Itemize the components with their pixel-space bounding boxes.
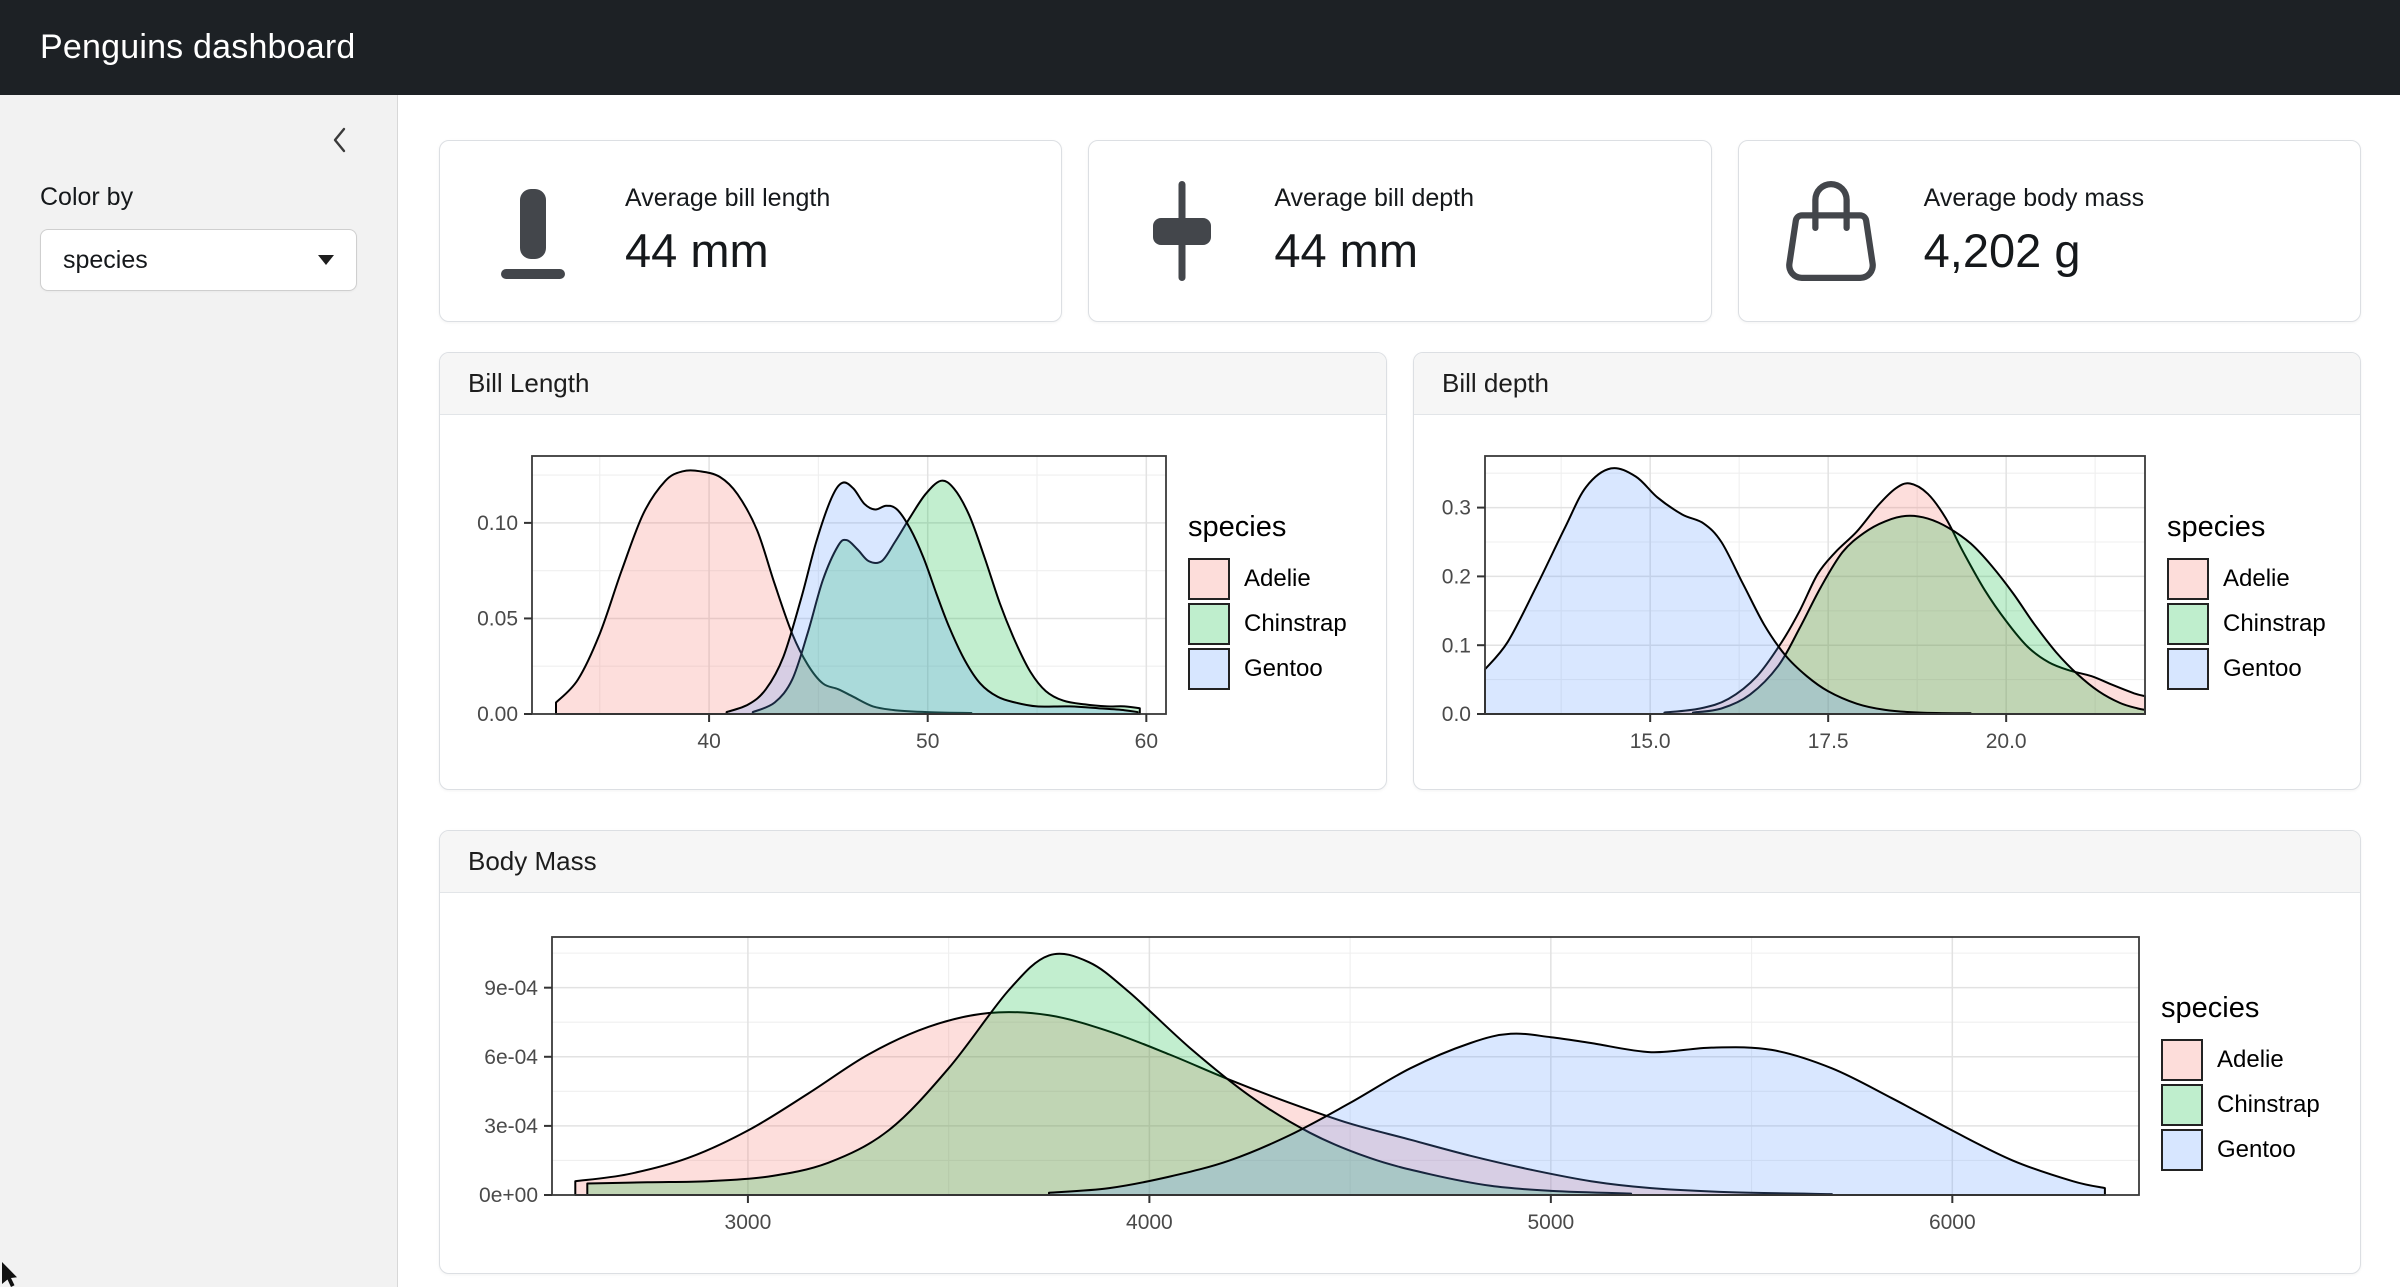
legend-label: Adelie [2223, 565, 2290, 593]
y-tick-label: 0.3 [1442, 497, 1471, 520]
value-box-value: 44 mm [625, 223, 830, 278]
y-tick-label: 0.00 [477, 703, 518, 726]
legend-title: species [2161, 992, 2341, 1025]
card-header: Bill Length [440, 353, 1386, 415]
y-tick-label: 0e+00 [479, 1184, 538, 1207]
handbag-icon [1781, 181, 1881, 281]
value-box-title: Average bill depth [1274, 184, 1474, 213]
value-box-body-mass: Average body mass 4,202 g [1738, 140, 2361, 322]
x-tick-label: 6000 [1929, 1211, 1976, 1234]
legend-label: Adelie [1244, 565, 1311, 593]
y-tick-label: 9e-04 [484, 977, 538, 1000]
color-by-select[interactable]: species [40, 229, 357, 291]
legend-swatch [2167, 603, 2209, 645]
value-box-title: Average bill length [625, 184, 830, 213]
main-content: Average bill length 44 mm Average bill d… [398, 95, 2400, 1287]
legend-swatch [2161, 1039, 2203, 1081]
legend-item-adelie: Adelie [2161, 1039, 2341, 1081]
x-tick-label: 4000 [1126, 1211, 1173, 1234]
card-header: Body Mass [440, 831, 2360, 893]
y-tick-label: 6e-04 [484, 1046, 538, 1069]
legend-item-chinstrap: Chinstrap [1188, 603, 1368, 645]
legend-item-gentoo: Gentoo [1188, 648, 1368, 690]
color-by-label: Color by [40, 183, 357, 212]
value-box-title: Average body mass [1924, 184, 2145, 213]
x-tick-label: 3000 [725, 1211, 772, 1234]
app-header: Penguins dashboard [0, 0, 2400, 95]
chart-row: Bill Length 40 50 60 0.00 0.05 0.10 species Ad… [439, 352, 2361, 790]
x-tick-label: 20.0 [1986, 730, 2027, 753]
x-tick-label: 60 [1135, 730, 1158, 753]
legend-swatch [2167, 558, 2209, 600]
caret-down-icon [318, 255, 334, 265]
legend-swatch [2161, 1084, 2203, 1126]
value-box-value: 4,202 g [1924, 223, 2145, 278]
x-tick-label: 50 [916, 730, 939, 753]
legend-swatch [2161, 1129, 2203, 1171]
card-title: Bill Length [468, 368, 589, 399]
sidebar: Color by species [0, 95, 398, 1287]
chart-card-body-mass: Body Mass 3000 4000 5000 6000 0e+00 3e-04 6e-0… [439, 830, 2361, 1274]
chevron-left-icon [329, 125, 351, 155]
x-tick-label: 40 [697, 730, 720, 753]
y-tick-label: 3e-04 [484, 1115, 538, 1138]
legend-label: Gentoo [2223, 655, 2302, 683]
value-box-bill-length: Average bill length 44 mm [439, 140, 1062, 322]
plot-legend: species Adelie Chinstrap Gentoo [1188, 511, 1368, 693]
legend-label: Adelie [2217, 1046, 2284, 1074]
x-tick-label: 15.0 [1630, 730, 1671, 753]
app-title: Penguins dashboard [40, 28, 356, 67]
card-title: Bill depth [1442, 368, 1549, 399]
y-tick-label: 0.1 [1442, 634, 1471, 657]
legend-label: Gentoo [2217, 1136, 2296, 1164]
legend-label: Chinstrap [2223, 610, 2326, 638]
bill-length-plot: 40 50 60 0.00 0.05 0.10 [460, 442, 1174, 762]
align-center-icon [1132, 181, 1232, 281]
legend-item-gentoo: Gentoo [2161, 1129, 2341, 1171]
sidebar-collapse-button[interactable] [323, 125, 357, 157]
card-header: Bill depth [1414, 353, 2360, 415]
legend-swatch [1188, 648, 1230, 690]
legend-swatch [2167, 648, 2209, 690]
legend-item-adelie: Adelie [2167, 558, 2347, 600]
legend-swatch [1188, 558, 1230, 600]
body-mass-plot: 3000 4000 5000 6000 0e+00 3e-04 6e-04 9e-04 [460, 923, 2147, 1243]
plot-legend: species Adelie Chinstrap Gentoo [2161, 992, 2341, 1174]
x-tick-label: 17.5 [1808, 730, 1849, 753]
legend-item-chinstrap: Chinstrap [2161, 1084, 2341, 1126]
legend-item-gentoo: Gentoo [2167, 648, 2347, 690]
legend-item-adelie: Adelie [1188, 558, 1368, 600]
bill-depth-plot: 15.0 17.5 20.0 0.0 0.1 0.2 0.3 [1434, 442, 2153, 762]
value-box-row: Average bill length 44 mm Average bill d… [439, 140, 2361, 322]
plot-legend: species Adelie Chinstrap Gentoo [2167, 511, 2347, 693]
y-tick-label: 0.2 [1442, 566, 1471, 589]
legend-label: Chinstrap [2217, 1091, 2320, 1119]
legend-item-chinstrap: Chinstrap [2167, 603, 2347, 645]
legend-swatch [1188, 603, 1230, 645]
align-bottom-icon [483, 181, 583, 281]
legend-label: Gentoo [1244, 655, 1323, 683]
value-box-bill-depth: Average bill depth 44 mm [1088, 140, 1711, 322]
value-box-value: 44 mm [1274, 223, 1474, 278]
legend-title: species [2167, 511, 2347, 544]
card-title: Body Mass [468, 846, 597, 877]
legend-title: species [1188, 511, 1368, 544]
x-tick-label: 5000 [1527, 1211, 1574, 1234]
y-tick-label: 0.05 [477, 608, 518, 631]
color-by-select-value: species [63, 246, 148, 275]
chart-card-bill-length: Bill Length 40 50 60 0.00 0.05 0.10 species Ad… [439, 352, 1387, 790]
legend-label: Chinstrap [1244, 610, 1347, 638]
mouse-cursor [0, 1262, 20, 1288]
y-tick-label: 0.0 [1442, 703, 1471, 726]
y-tick-label: 0.10 [477, 512, 518, 535]
chart-row-full: Body Mass 3000 4000 5000 6000 0e+00 3e-04 6e-0… [439, 830, 2361, 1274]
chart-card-bill-depth: Bill depth 15.0 17.5 20.0 0.0 0.1 0.2 0.3 spec… [1413, 352, 2361, 790]
